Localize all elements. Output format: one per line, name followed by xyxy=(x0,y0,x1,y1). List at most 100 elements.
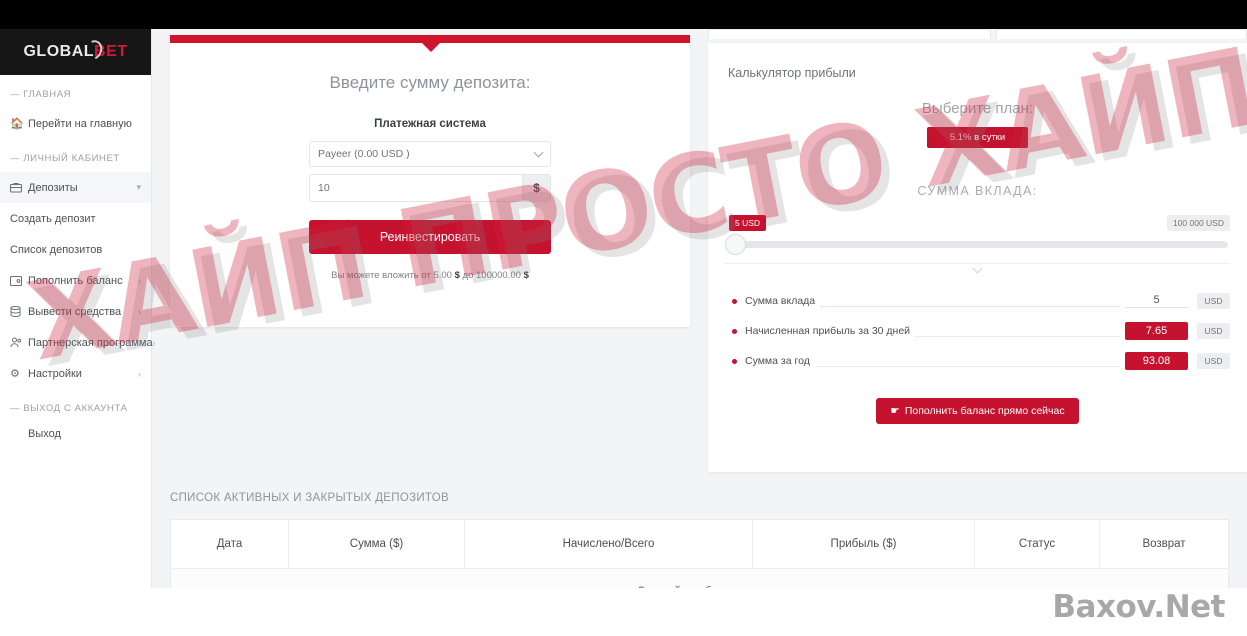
briefcase-icon xyxy=(10,182,28,193)
result-unit: USD xyxy=(1197,293,1230,309)
deposit-amount-title: СУММА ВКЛАДА: xyxy=(917,184,1038,198)
app-page: GLOBALBET — ГЛАВНАЯ 🏠 Перейти на главную… xyxy=(0,29,1247,588)
sidebar-item-create-deposit[interactable]: Создать депозит xyxy=(0,203,151,234)
calculator-divider xyxy=(725,263,1230,275)
app-logo[interactable]: GLOBALBET xyxy=(0,29,151,75)
card-icon xyxy=(10,275,28,286)
bullet-icon xyxy=(732,328,737,334)
sidebar-item-withdraw-label: Вывести средства xyxy=(28,305,122,318)
result-row: Начисленная прибыль за 30 дней 7.65 USD xyxy=(732,316,1230,346)
sidebar-item-home[interactable]: 🏠 Перейти на главную xyxy=(0,108,151,139)
chevron-right-icon: › xyxy=(138,275,141,286)
topup-now-button[interactable]: ☛ Пополнить баланс прямо сейчас xyxy=(876,398,1079,424)
plan-select-title: Выберите план: xyxy=(921,100,1034,117)
table-header-cell: Сумма ($) xyxy=(289,520,465,568)
sidebar-item-deposits[interactable]: Депозиты ▾ xyxy=(0,172,151,203)
result-label: Сумма за год xyxy=(745,355,810,367)
home-icon: 🏠 xyxy=(10,118,24,130)
sidebar-item-partner-label: Партнерская программа xyxy=(28,336,153,349)
hint-currency-max: $ xyxy=(523,270,529,281)
chevron-right-icon: › xyxy=(138,306,141,317)
sidebar-item-withdraw[interactable]: Вывести средства › xyxy=(0,296,151,327)
table-empty-state: Записей не обнаружено xyxy=(171,568,1228,588)
leader-dots xyxy=(815,355,1119,367)
sidebar-section-main: — ГЛАВНАЯ xyxy=(10,89,72,100)
result-row: Сумма вклада 5 USD xyxy=(732,286,1230,316)
result-label: Начисленная прибыль за 30 дней xyxy=(745,325,911,337)
payment-system-label: Платежная система xyxy=(374,118,486,130)
deposit-fields: Payeer (0.00 USD ) $ xyxy=(309,141,551,202)
calculator-tabs xyxy=(708,29,1247,39)
sidebar-section-account: — ЛИЧНЫЙ КАБИНЕТ xyxy=(10,153,120,164)
slider-handle[interactable] xyxy=(725,234,746,255)
payment-system-select[interactable]: Payeer (0.00 USD ) xyxy=(309,141,551,167)
chevron-down-icon xyxy=(972,263,982,274)
amount-input[interactable] xyxy=(310,175,522,201)
result-label: Сумма вклада xyxy=(745,295,816,307)
sidebar-item-deposits-label: Депозиты xyxy=(28,181,78,194)
table-header-row: Дата Сумма ($) Начислено/Всего Прибыль (… xyxy=(171,520,1228,568)
watermark-brand: Baxov.Net xyxy=(1052,589,1225,625)
amount-field[interactable]: $ xyxy=(309,174,551,202)
profit-calculator-card: Калькулятор прибыли Выберите план: 5.1% … xyxy=(708,43,1247,472)
hint-middle: до 100000.00 xyxy=(462,270,521,281)
reinvest-button[interactable]: Реинвестировать xyxy=(309,220,551,254)
sidebar-item-partner[interactable]: Партнерская программа › xyxy=(0,327,156,358)
letterbox-top xyxy=(0,0,1247,29)
table-header-cell: Статус xyxy=(975,520,1100,568)
slider-max-label: 100 000 USD xyxy=(1166,215,1230,231)
logo-text: GLOBALBET xyxy=(23,37,127,63)
sidebar-item-logout[interactable]: Выход xyxy=(0,422,151,440)
amount-slider[interactable]: 5 USD 100 000 USD xyxy=(725,215,1230,257)
plan-badge-button[interactable]: 5.1% в сутки xyxy=(927,127,1028,148)
deposit-table: Дата Сумма ($) Начислено/Всего Прибыль (… xyxy=(170,519,1229,588)
deposit-list-title: СПИСОК АКТИВНЫХ И ЗАКРЫТЫХ ДЕПОЗИТОВ xyxy=(170,492,449,504)
database-icon xyxy=(10,306,28,317)
deposit-form-card: Введите сумму депозита: Платежная систем… xyxy=(170,35,690,327)
slider-track[interactable] xyxy=(731,241,1228,248)
hand-pointer-icon: ☛ xyxy=(890,405,900,417)
result-row: Сумма за год 93.08 USD xyxy=(732,346,1230,376)
sidebar-section-logout: — ВЫХОД С АККАУНТА xyxy=(10,403,128,414)
sidebar-item-settings-label: Настройки xyxy=(28,367,82,380)
result-value: 93.08 xyxy=(1125,352,1188,370)
card-pointer-triangle xyxy=(422,43,440,52)
sidebar-item-deposit-list[interactable]: Список депозитов xyxy=(0,234,151,265)
leader-dots xyxy=(821,295,1119,307)
sidebar-item-create-deposit-label: Создать депозит xyxy=(10,212,96,225)
sidebar-item-deposit-list-label: Список депозитов xyxy=(10,243,103,256)
payment-system-value: Payeer (0.00 USD ) xyxy=(318,148,410,160)
chevron-right-icon: › xyxy=(138,368,141,379)
result-value: 5 xyxy=(1125,294,1188,308)
chevron-down-icon xyxy=(533,147,544,158)
deposit-limits-hint: Вы можете вложить от 5.00 $ до 100000.00… xyxy=(170,270,690,281)
hint-prefix: Вы можете вложить от 5.00 xyxy=(331,270,452,281)
hint-currency-min: $ xyxy=(454,270,460,281)
result-unit: USD xyxy=(1197,323,1230,339)
sidebar-item-topup-label: Пополнить баланс xyxy=(28,274,123,287)
calculator-results: Сумма вклада 5 USD Начисленная прибыль з… xyxy=(732,286,1230,376)
sidebar-item-topup[interactable]: Пополнить баланс › xyxy=(0,265,151,296)
tab-primary[interactable] xyxy=(708,29,991,39)
sidebar-item-settings[interactable]: ⚙ Настройки › xyxy=(0,358,151,389)
calculator-title: Калькулятор прибыли xyxy=(728,66,856,80)
bullet-icon xyxy=(732,298,737,304)
table-header-cell: Дата xyxy=(171,520,289,568)
screenshot-root: GLOBALBET — ГЛАВНАЯ 🏠 Перейти на главную… xyxy=(0,0,1247,636)
currency-symbol: $ xyxy=(522,175,550,201)
tab-secondary[interactable] xyxy=(996,29,1247,39)
table-header-cell: Возврат xyxy=(1142,538,1186,550)
table-header-cell: Прибыль ($) xyxy=(753,520,975,568)
gear-icon: ⚙ xyxy=(10,368,20,380)
main-content: Введите сумму депозита: Платежная систем… xyxy=(152,29,1247,588)
sidebar: GLOBALBET — ГЛАВНАЯ 🏠 Перейти на главную… xyxy=(0,29,156,588)
slider-min-label: 5 USD xyxy=(729,215,767,231)
result-unit: USD xyxy=(1197,353,1230,369)
result-value: 7.65 xyxy=(1125,322,1188,340)
topup-now-label: Пополнить баланс прямо сейчас xyxy=(904,405,1065,417)
bullet-icon xyxy=(732,358,737,364)
leader-dots xyxy=(916,325,1119,337)
table-header-cell: Начислено/Всего xyxy=(465,520,753,568)
card-accent-bar xyxy=(170,35,690,43)
chevron-down-icon: ▾ xyxy=(136,182,141,192)
